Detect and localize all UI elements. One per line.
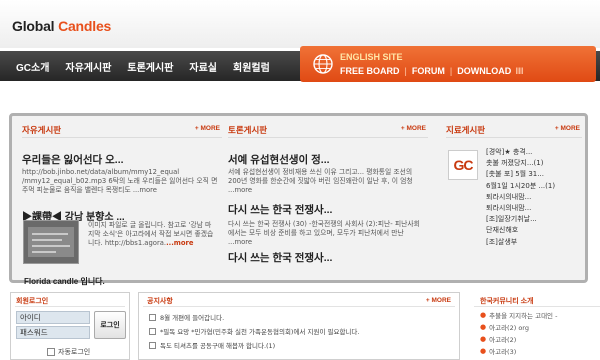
post-excerpt: 서예 유섭현선생이 정비재용 쓰신 이유 그리고... 평화통일 조선의 200…: [228, 168, 413, 194]
list-item[interactable]: 촛불 꺼졌당지...(1): [486, 158, 582, 169]
post-excerpt: 다시 쓰는 한국 전쟁사 (30) -한국전쟁의 사회사 (2):피난- 피난사…: [228, 220, 420, 246]
login-title: 회원로그인: [16, 298, 49, 305]
section-title[interactable]: 토론게시판: [228, 124, 267, 136]
list-item[interactable]: [조]일장기취날...: [486, 214, 582, 225]
post-footer-line[interactable]: Florida candle 입니다.: [24, 276, 105, 287]
bullet-icon: ●: [480, 311, 487, 319]
logo-text-candles: Candles: [58, 18, 112, 34]
post-headline[interactable]: 우리들은 잃어선다 오...: [22, 152, 124, 167]
bullet-icon: [149, 327, 156, 335]
korea-community-panel: 한국커뮤니티 소개 ● 추불을 지지하는 고대인 - ● 아고라(2) org ● 아…: [470, 292, 600, 360]
notice-item[interactable]: 8월 개편에 들어갑니다.: [149, 312, 224, 322]
nav-item-member-column[interactable]: 회원컬럼: [225, 59, 278, 74]
community-link[interactable]: ● 아고라(2): [480, 334, 516, 344]
auto-login-checkbox[interactable]: [47, 348, 55, 356]
english-site-links: FREE BOARD | FORUM | DOWNLOAD IIIII: [340, 66, 524, 76]
list-item[interactable]: [촛불 포] 5월 31...: [486, 169, 582, 180]
bullet-icon: ●: [480, 335, 487, 343]
archive-section: 지료게시판 + MORE GC [경악]★ 충격... 촛불 꺼졌당지...(1…: [446, 122, 582, 246]
link-separator: |: [404, 66, 407, 76]
debate-board-section: 토론게시판 + MORE 서예 유섭현선생이 정... 서예 유섭현선생이 정비…: [228, 122, 428, 264]
community-link[interactable]: ● 아고라(2) org: [480, 322, 529, 332]
bullet-icon: ●: [480, 323, 487, 331]
login-button[interactable]: 로그인: [94, 311, 126, 339]
username-field[interactable]: 아이디: [16, 311, 90, 324]
login-panel: 회원로그인 아이디 패스워드 로그인 자동로그인: [10, 292, 130, 360]
nav-item-free-board[interactable]: 자유게시판: [57, 59, 119, 74]
list-item[interactable]: 단재신해호: [486, 225, 582, 236]
link-free-board[interactable]: FREE BOARD: [340, 66, 400, 76]
auto-login-option[interactable]: 자동로그인: [47, 347, 90, 357]
post-thumbnail[interactable]: [23, 220, 79, 264]
post-excerpt-secondary: 이미지 파일로 글 올립니다. 참고로 '강남 마지막 소식'은 아고라에서 작…: [88, 221, 214, 247]
list-item[interactable]: 퇴라시의내맘...: [486, 203, 582, 214]
more-link[interactable]: + MORE: [401, 125, 426, 132]
more-link[interactable]: + MORE: [426, 297, 451, 304]
notice-panel: 공지사항 + MORE 8월 개편에 들어갑니다. *필독 요망 *민가협(민주…: [138, 292, 460, 360]
more-link[interactable]: + MORE: [555, 125, 580, 132]
bullet-icon: [149, 341, 156, 349]
link-forum[interactable]: FORUM: [412, 66, 445, 76]
archive-list: [경악]★ 충격... 촛불 꺼졌당지...(1) [촛불 포] 5월 31..…: [486, 147, 582, 248]
post-excerpt: http://bob.jinbo.net/data/album/mmy12_eq…: [22, 168, 218, 194]
more-link[interactable]: + MORE: [195, 125, 220, 132]
link-separator: |: [449, 66, 453, 76]
post-headline[interactable]: 서예 유섭현선생이 정...: [228, 152, 330, 167]
notice-title: 공지사항: [147, 298, 173, 305]
nav-item-debate-board[interactable]: 토론게시판: [119, 59, 181, 74]
nav-item-archive[interactable]: 자료실: [181, 59, 225, 74]
list-item[interactable]: 퇴라시의내맘...: [486, 192, 582, 203]
decorative-bars: IIIII: [515, 66, 523, 76]
korea-community-title: 한국커뮤니티 소개: [480, 298, 534, 305]
link-download[interactable]: DOWNLOAD: [457, 66, 511, 76]
password-field[interactable]: 패스워드: [16, 326, 90, 339]
logo-text-global: Global: [12, 18, 59, 34]
section-title[interactable]: 지료게시판: [446, 124, 485, 136]
header: Global Candles: [0, 0, 600, 48]
community-link[interactable]: ● 추불을 지지하는 고대인 -: [480, 310, 557, 320]
post-headline[interactable]: 다시 쓰는 한국 전쟁사...: [228, 250, 332, 265]
bullet-icon: [149, 313, 156, 321]
globe-icon: [313, 54, 333, 74]
english-site-title: ENGLISH SITE: [340, 52, 403, 62]
gc-logo-thumbnail: GC: [448, 150, 478, 180]
english-site-panel: ENGLISH SITE FREE BOARD | FORUM | DOWNLO…: [300, 46, 596, 82]
more-link-inline[interactable]: ...more: [166, 239, 193, 247]
notice-item[interactable]: *필독 요망 *민가협(민주화 실천 가족운동협의회)에서 지원이 필요합니다.: [149, 326, 359, 336]
list-item[interactable]: [조]살생부: [486, 237, 582, 248]
free-board-section: 자유게시판 + MORE 우리들은 잃어선다 오... http://bob.j…: [22, 122, 222, 286]
site-logo[interactable]: Global Candles: [12, 18, 111, 34]
auto-login-label: 자동로그인: [58, 348, 91, 356]
community-link[interactable]: ● 아고라(3): [480, 346, 516, 356]
list-item[interactable]: 6월1일 1시20분 ...(1): [486, 181, 582, 192]
main-board-panel: 자유게시판 + MORE 우리들은 잃어선다 오... http://bob.j…: [9, 113, 588, 286]
nav-item-about[interactable]: GC소개: [8, 59, 57, 74]
bullet-icon: ●: [480, 347, 487, 355]
post-headline[interactable]: 다시 쓰는 한국 전쟁사...: [228, 202, 332, 217]
list-item[interactable]: [경악]★ 충격...: [486, 147, 582, 158]
section-title[interactable]: 자유게시판: [22, 124, 61, 136]
notice-item[interactable]: 독도 티셔츠를 공동구매 해봅까 합니다.(1): [149, 340, 275, 350]
